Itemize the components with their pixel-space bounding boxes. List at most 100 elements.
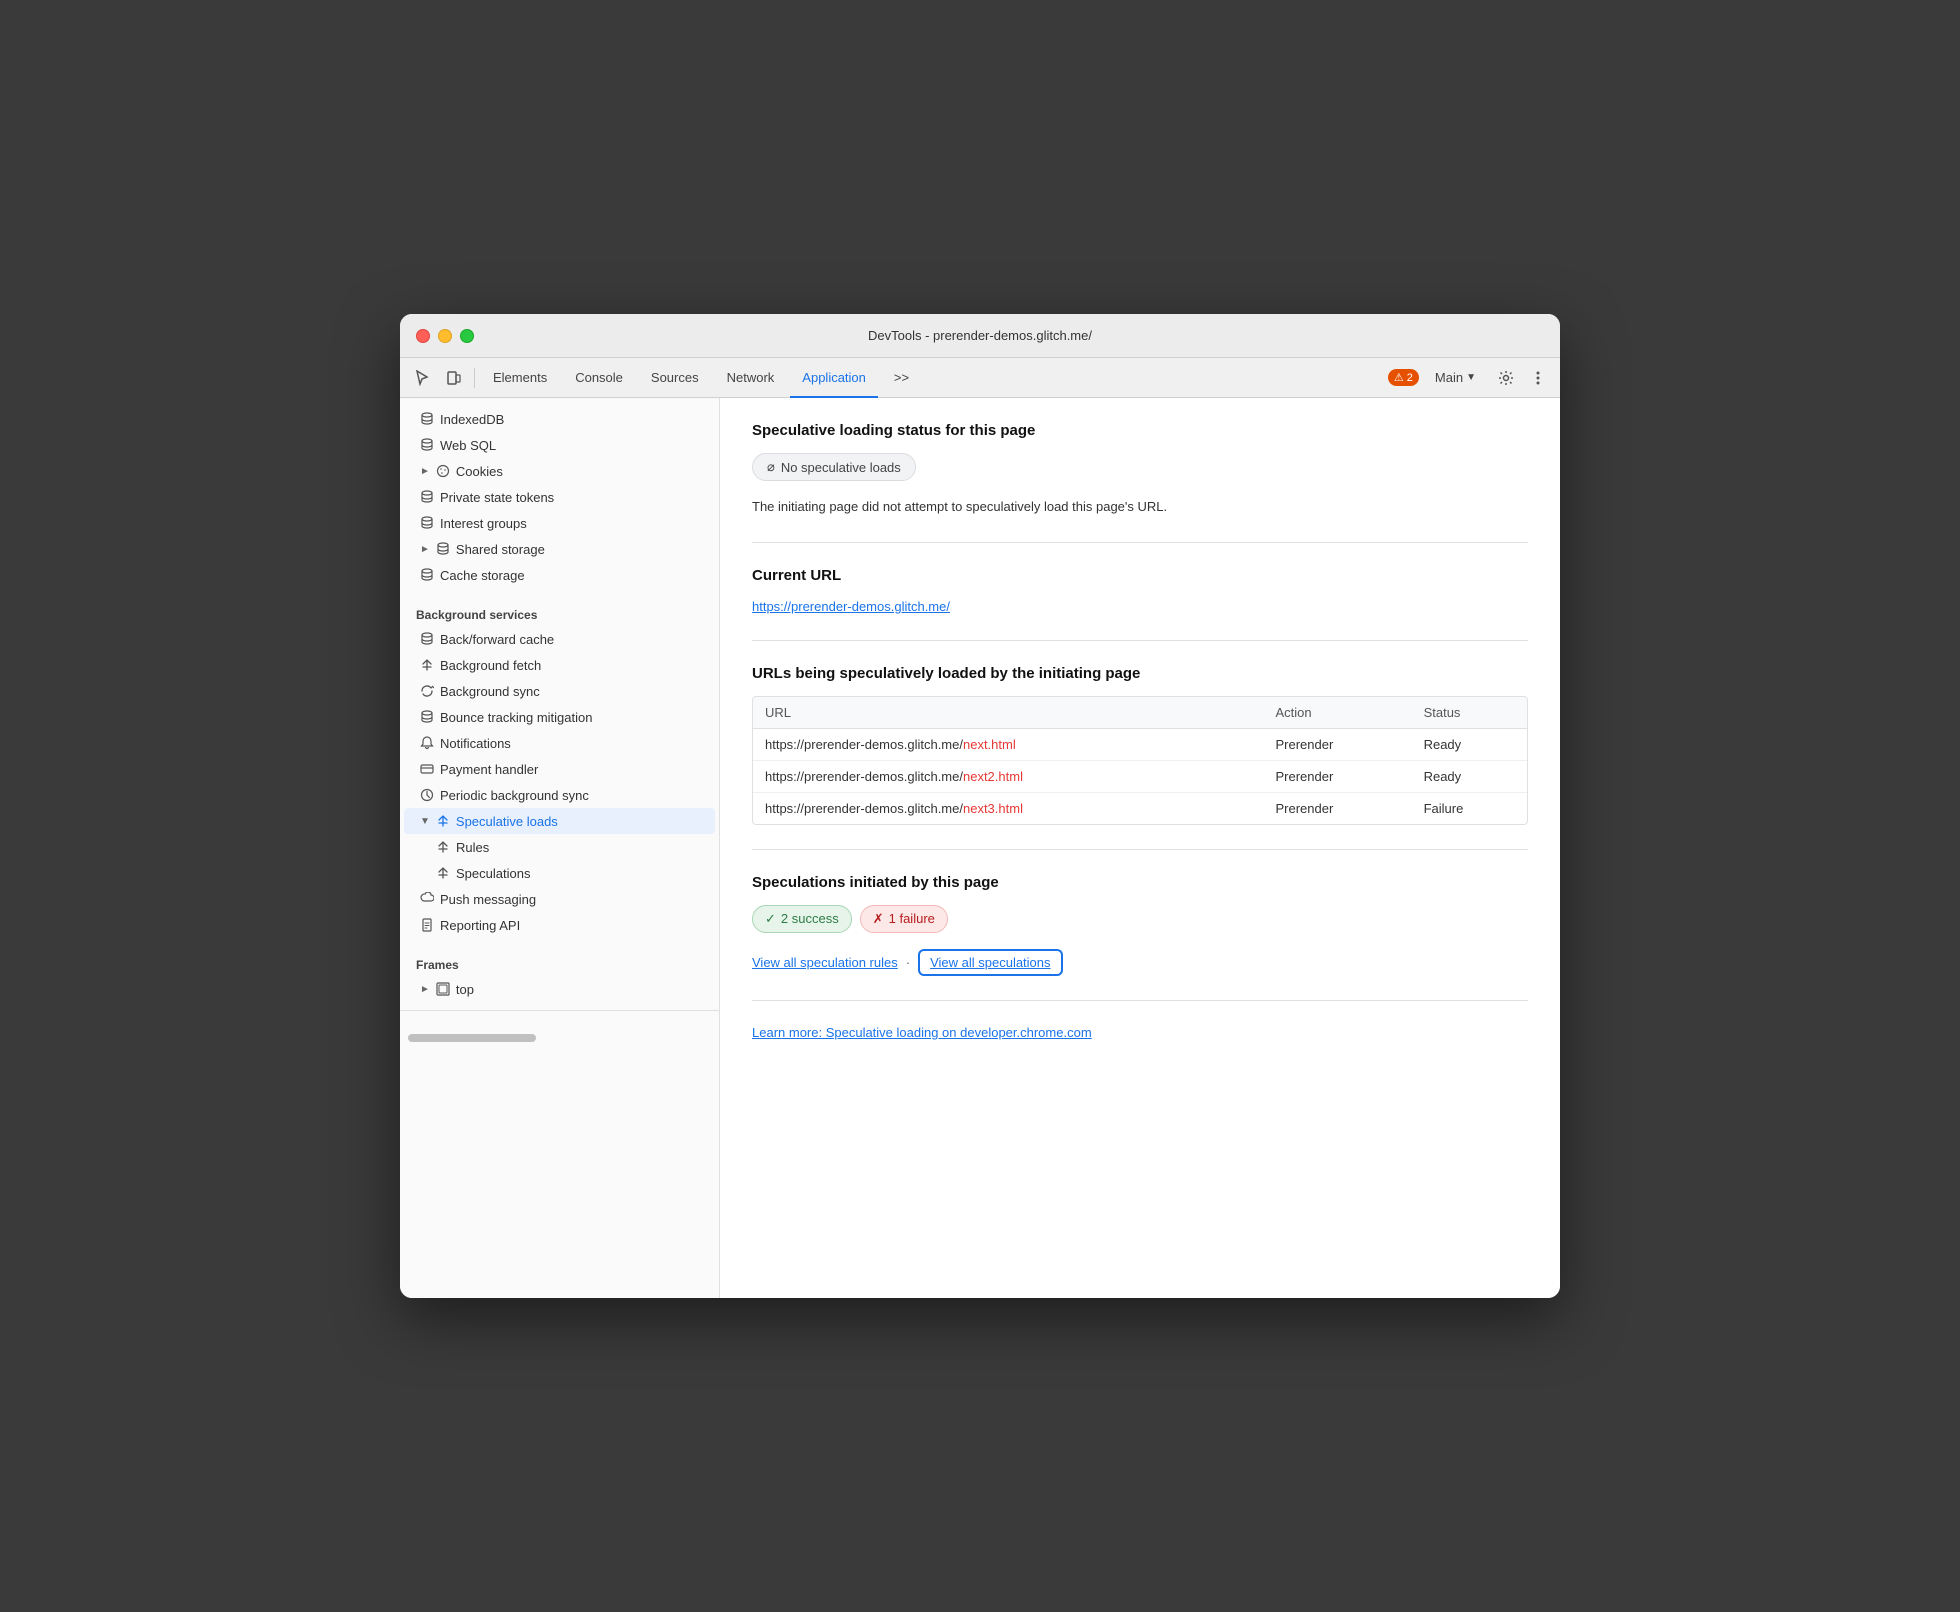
bell-icon — [420, 736, 434, 750]
tab-overflow[interactable]: >> — [882, 358, 921, 398]
sidebar-item-private-state-tokens[interactable]: Private state tokens — [404, 484, 715, 510]
device-icon[interactable] — [440, 364, 468, 392]
expand-icon: ► — [420, 544, 430, 555]
col-action: Action — [1263, 697, 1411, 729]
success-badge: ✓ 2 success — [752, 905, 852, 933]
cursor-icon[interactable] — [408, 364, 436, 392]
success-count: 2 success — [781, 911, 839, 926]
expand-icon: ► — [420, 466, 430, 477]
speculative-loading-title: Speculative loading status for this page — [752, 422, 1528, 439]
current-url-link[interactable]: https://prerender-demos.glitch.me/ — [752, 599, 950, 614]
error-badge[interactable]: ⚠ 2 — [1388, 369, 1419, 386]
sidebar-item-notifications[interactable]: Notifications — [404, 730, 715, 756]
dot-separator: · — [906, 955, 910, 970]
sidebar-item-websql[interactable]: Web SQL — [404, 432, 715, 458]
speculations-title: Speculations initiated by this page — [752, 874, 1528, 891]
view-all-speculations-link[interactable]: View all speculations — [918, 949, 1062, 976]
url-cell-2: https://prerender-demos.glitch.me/next2.… — [753, 760, 1263, 792]
url-base-3: https://prerender-demos.glitch.me/ — [765, 801, 963, 816]
close-button[interactable] — [416, 329, 430, 343]
sidebar-item-top-frame[interactable]: ► top — [404, 976, 715, 1002]
speculations-icon — [436, 866, 450, 880]
sidebar-item-shared-storage[interactable]: ► Shared storage — [404, 536, 715, 562]
minimize-button[interactable] — [438, 329, 452, 343]
sync-icon — [420, 684, 434, 698]
cloud-icon — [420, 892, 434, 906]
sidebar-item-rules[interactable]: Rules — [404, 834, 715, 860]
sidebar-item-interest-groups[interactable]: Interest groups — [404, 510, 715, 536]
bounce-icon — [420, 710, 434, 724]
view-speculation-rules-link[interactable]: View all speculation rules — [752, 955, 898, 970]
settings-icon[interactable] — [1492, 364, 1520, 392]
tab-sources[interactable]: Sources — [639, 358, 711, 398]
divider-3 — [752, 849, 1528, 850]
action-cell-3: Prerender — [1263, 792, 1411, 824]
speculations-badges: ✓ 2 success ✗ 1 failure — [752, 905, 1528, 933]
main-content: Speculative loading status for this page… — [720, 398, 1560, 1298]
failure-badge: ✗ 1 failure — [860, 905, 948, 933]
links-row: View all speculation rules · View all sp… — [752, 949, 1528, 976]
current-url-title: Current URL — [752, 567, 1528, 584]
main-layout: IndexedDB Web SQL ► Cookies Private sta — [400, 398, 1560, 1298]
speculative-loads-icon — [436, 814, 450, 828]
sidebar: IndexedDB Web SQL ► Cookies Private sta — [400, 398, 720, 1298]
tab-application[interactable]: Application — [790, 358, 878, 398]
sidebar-item-indexeddb[interactable]: IndexedDB — [404, 406, 715, 432]
sidebar-item-backforward-cache[interactable]: Back/forward cache — [404, 626, 715, 652]
db-icon — [420, 412, 434, 426]
learn-more-link[interactable]: Learn more: Speculative loading on devel… — [752, 1025, 1528, 1040]
status-cell-3: Failure — [1412, 792, 1527, 824]
status-cell-1: Ready — [1412, 728, 1527, 760]
toolbar-divider — [474, 368, 475, 388]
status-cell-2: Ready — [1412, 760, 1527, 792]
background-services-header: Background services — [400, 600, 719, 626]
db-icon — [420, 516, 434, 530]
traffic-lights — [416, 329, 474, 343]
sidebar-item-background-sync[interactable]: Background sync — [404, 678, 715, 704]
sidebar-item-speculative-loads[interactable]: ▼ Speculative loads — [404, 808, 715, 834]
fetch-icon — [420, 658, 434, 672]
cookie-icon — [436, 464, 450, 478]
db-icon — [420, 438, 434, 452]
col-url: URL — [753, 697, 1263, 729]
devtools-toolbar: Elements Console Sources Network Applica… — [400, 358, 1560, 398]
main-dropdown[interactable]: Main ▼ — [1423, 358, 1488, 398]
sidebar-item-push-messaging[interactable]: Push messaging — [404, 886, 715, 912]
url-cell-1: https://prerender-demos.glitch.me/next.h… — [753, 728, 1263, 760]
url-base-2: https://prerender-demos.glitch.me/ — [765, 769, 963, 784]
speculative-loading-section: Speculative loading status for this page… — [752, 422, 1528, 518]
maximize-button[interactable] — [460, 329, 474, 343]
tab-console[interactable]: Console — [563, 358, 635, 398]
db-icon — [420, 490, 434, 504]
db-icon — [420, 568, 434, 582]
tab-network[interactable]: Network — [715, 358, 787, 398]
more-icon[interactable] — [1524, 364, 1552, 392]
sidebar-item-periodic-background-sync[interactable]: Periodic background sync — [404, 782, 715, 808]
failure-icon: ✗ — [873, 911, 884, 927]
sidebar-item-payment-handler[interactable]: Payment handler — [404, 756, 715, 782]
no-loads-badge: ⌀ No speculative loads — [752, 453, 916, 481]
url-base-1: https://prerender-demos.glitch.me/ — [765, 737, 963, 752]
table-row: https://prerender-demos.glitch.me/next.h… — [753, 728, 1527, 760]
sidebar-item-background-fetch[interactable]: Background fetch — [404, 652, 715, 678]
url-highlight-2: next2.html — [963, 769, 1023, 784]
sidebar-item-cache-storage[interactable]: Cache storage — [404, 562, 715, 588]
frame-icon — [436, 982, 450, 996]
window-title: DevTools - prerender-demos.glitch.me/ — [868, 328, 1092, 343]
action-cell-1: Prerender — [1263, 728, 1411, 760]
divider-1 — [752, 542, 1528, 543]
sidebar-item-reporting-api[interactable]: Reporting API — [404, 912, 715, 938]
no-loads-info-text: The initiating page did not attempt to s… — [752, 497, 1528, 518]
sidebar-item-bounce-tracking[interactable]: Bounce tracking mitigation — [404, 704, 715, 730]
no-loads-icon: ⌀ — [767, 459, 775, 475]
current-url-section: Current URL https://prerender-demos.glit… — [752, 567, 1528, 616]
clock-icon — [420, 788, 434, 802]
sidebar-item-cookies[interactable]: ► Cookies — [404, 458, 715, 484]
expand-down-icon: ▼ — [420, 816, 430, 827]
titlebar: DevTools - prerender-demos.glitch.me/ — [400, 314, 1560, 358]
tab-elements[interactable]: Elements — [481, 358, 559, 398]
urls-table: URL Action Status https://prerender-demo… — [753, 697, 1527, 824]
col-status: Status — [1412, 697, 1527, 729]
frame-expand-icon: ► — [420, 984, 430, 995]
sidebar-item-speculations[interactable]: Speculations — [404, 860, 715, 886]
